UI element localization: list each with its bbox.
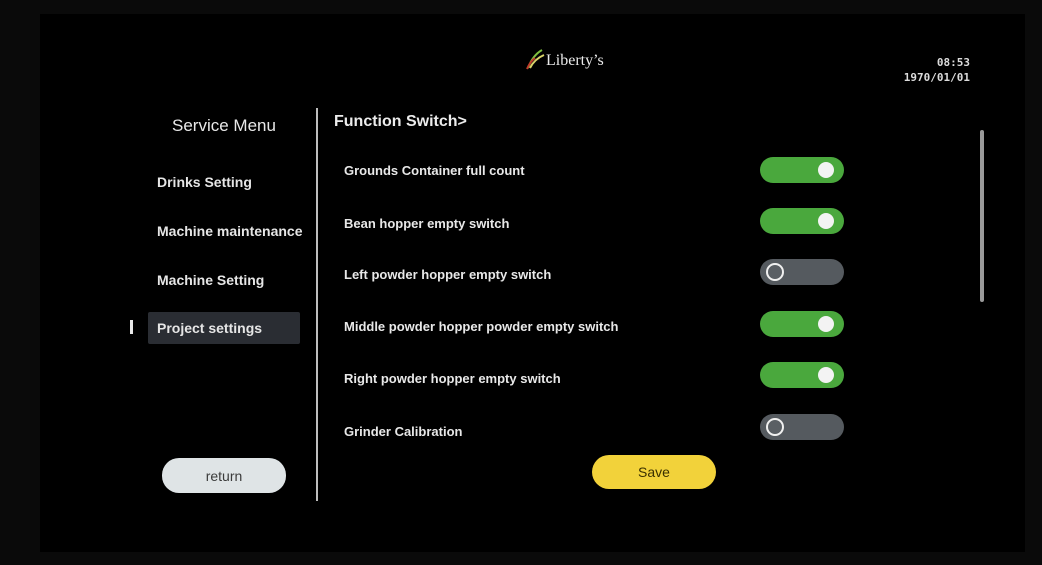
brand-name: Liberty’s <box>546 52 604 69</box>
toggle-knob <box>818 213 834 229</box>
toggle-knob <box>818 162 834 178</box>
clock: 08:53 1970/01/01 <box>904 55 970 85</box>
toggle-knob <box>818 316 834 332</box>
sidebar-item-label: Machine Setting <box>157 272 265 288</box>
sidebar-item-machine-setting[interactable]: Machine Setting <box>148 264 264 296</box>
leaf-logo-icon <box>526 49 545 70</box>
sidebar-title: Service Menu <box>172 116 276 135</box>
switch-label-grounds-container: Grounds Container full count <box>344 163 525 178</box>
toggle-grounds-container[interactable] <box>760 157 844 183</box>
toggle-knob <box>818 367 834 383</box>
switch-label-left-powder-hopper: Left powder hopper empty switch <box>344 267 552 282</box>
toggle-left-powder-hopper[interactable] <box>760 259 844 285</box>
sidebar-item-label: Drinks Setting <box>157 174 252 190</box>
brand-logo: Liberty’s <box>525 48 604 70</box>
sidebar-item-project-settings[interactable]: Project settings <box>148 312 300 344</box>
toggle-right-powder-hopper[interactable] <box>760 362 844 388</box>
section-title: Function Switch> <box>334 113 467 130</box>
clock-time: 08:53 <box>936 56 970 69</box>
toggle-grinder-calibration[interactable] <box>760 414 844 440</box>
switch-label-middle-powder-hopper: Middle powder hopper powder empty switch <box>344 319 619 334</box>
switch-label-bean-hopper: Bean hopper empty switch <box>344 216 510 231</box>
sidebar-item-drinks-setting[interactable]: Drinks Setting <box>148 166 252 198</box>
display-frame: Liberty’s 08:53 1970/01/01 Service Menu … <box>0 0 1042 565</box>
scrollbar[interactable] <box>980 130 984 302</box>
toggle-knob <box>766 418 784 436</box>
sidebar-item-label: Machine maintenance <box>157 223 303 239</box>
toggle-bean-hopper[interactable] <box>760 208 844 234</box>
clock-date: 1970/01/01 <box>903 71 970 84</box>
return-button[interactable]: return <box>162 458 286 493</box>
toggle-knob <box>766 263 784 281</box>
sidebar-item-label: Project settings <box>157 320 263 336</box>
sidebar-item-machine-maintenance[interactable]: Machine maintenance <box>148 215 303 247</box>
toggle-middle-powder-hopper[interactable] <box>760 311 844 337</box>
switch-label-right-powder-hopper: Right powder hopper empty switch <box>344 371 561 386</box>
vertical-divider <box>316 108 318 501</box>
active-item-indicator <box>130 320 133 334</box>
switch-label-grinder-calibration: Grinder Calibration <box>344 424 463 439</box>
save-button[interactable]: Save <box>592 455 716 489</box>
